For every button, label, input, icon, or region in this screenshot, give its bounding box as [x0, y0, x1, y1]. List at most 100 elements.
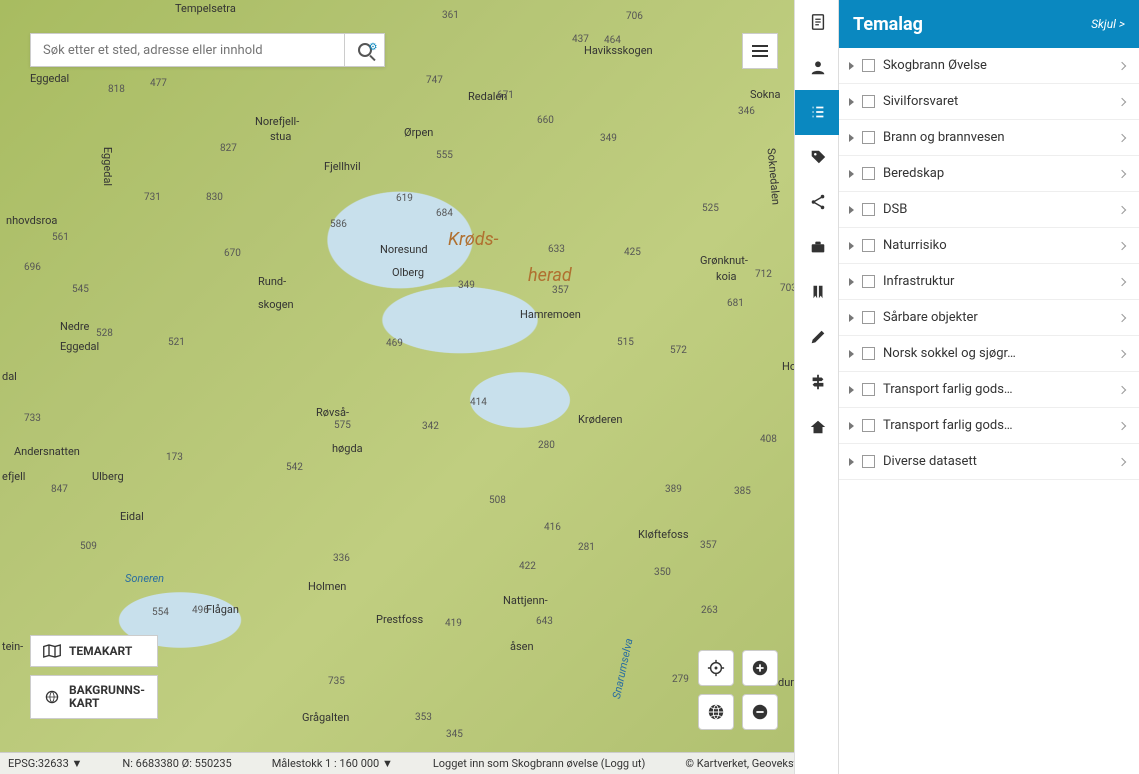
chevron-right-icon — [1118, 61, 1126, 69]
layer-item[interactable]: DSB — [839, 192, 1139, 228]
search-button[interactable]: ⚙ — [344, 34, 384, 66]
panel-hide-button[interactable]: Skjul > — [1091, 17, 1125, 31]
map-label: Grønknut- — [700, 254, 748, 267]
layer-label: Brann og brannvesen — [883, 130, 1111, 145]
hamburger-button[interactable] — [742, 33, 778, 69]
layer-item[interactable]: Naturrisiko — [839, 228, 1139, 264]
map-label: Flågan — [206, 603, 239, 616]
scale-selector[interactable]: Målestokk 1 : 160 000 ▼ — [272, 757, 393, 770]
layer-checkbox[interactable] — [862, 383, 875, 396]
elevation-label: 361 — [442, 10, 459, 21]
layer-checkbox[interactable] — [862, 59, 875, 72]
elevation-label: 660 — [537, 115, 554, 126]
elevation-label: 731 — [144, 192, 161, 203]
chevron-right-icon — [1118, 421, 1126, 429]
layer-item[interactable]: Transport farlig gods… — [839, 408, 1139, 444]
map-label: høgda — [332, 442, 363, 455]
elevation-label: 525 — [702, 203, 719, 214]
clipboard-icon — [809, 13, 827, 31]
map-label: herad — [528, 265, 572, 286]
tab-signs[interactable] — [795, 360, 840, 405]
layer-list: Skogbrann Øvelse Sivilforsvaret Brann og… — [839, 48, 1139, 774]
layer-item[interactable]: Brann og brannvesen — [839, 120, 1139, 156]
map-label: Røvså- — [316, 406, 349, 419]
expand-icon — [849, 386, 854, 394]
elevation-label: 555 — [436, 150, 453, 161]
locate-button[interactable] — [698, 650, 734, 686]
layers-panel: Temalag Skjul > Skogbrann Øvelse Sivilfo… — [839, 0, 1139, 774]
tab-tags[interactable] — [795, 135, 840, 180]
map-label: Eggedal — [101, 147, 114, 186]
layer-checkbox[interactable] — [862, 419, 875, 432]
elevation-label: 173 — [166, 452, 183, 463]
elevation-label: 703 — [780, 283, 794, 294]
layer-checkbox[interactable] — [862, 311, 875, 324]
attribution: © Kartverket, Geovekst og kommuner — [685, 757, 794, 770]
tab-user[interactable] — [795, 45, 840, 90]
map-label: Tempelsetra — [175, 2, 236, 15]
layer-item[interactable]: Sårbare objekter — [839, 300, 1139, 336]
elevation-label: 528 — [96, 328, 113, 339]
map-label: åsen — [510, 640, 534, 653]
layer-checkbox[interactable] — [862, 455, 875, 468]
layer-item[interactable]: Transport farlig gods… — [839, 372, 1139, 408]
epsg-selector[interactable]: EPSG:32633 ▼ — [8, 757, 82, 770]
layer-checkbox[interactable] — [862, 275, 875, 288]
layer-label: Naturrisiko — [883, 238, 1111, 253]
layer-checkbox[interactable] — [862, 203, 875, 216]
map-canvas[interactable]: TempelsetraEggedalEggedalNorefjell-stuaF… — [0, 0, 794, 774]
map-label: Soneren — [125, 572, 164, 585]
bakgrunnskart-label: BAKGRUNNS- KART — [69, 684, 145, 710]
tab-toolbox[interactable] — [795, 225, 840, 270]
tab-share[interactable] — [795, 180, 840, 225]
layer-item[interactable]: Norsk sokkel og sjøgr… — [839, 336, 1139, 372]
expand-icon — [849, 350, 854, 358]
search-container: ⚙ — [30, 33, 385, 67]
elevation-label: 575 — [334, 420, 351, 431]
layer-item[interactable]: Beredskap — [839, 156, 1139, 192]
layer-item[interactable]: Infrastruktur — [839, 264, 1139, 300]
bakgrunnskart-button[interactable]: BAKGRUNNS- KART — [30, 675, 158, 719]
elevation-label: 496 — [192, 605, 209, 616]
elevation-label: 279 — [672, 674, 689, 685]
layer-label: Sårbare objekter — [883, 310, 1111, 325]
fullextent-button[interactable] — [698, 694, 734, 730]
elevation-label: 345 — [446, 729, 463, 740]
map-label: Eggedal — [60, 340, 99, 353]
tab-layers[interactable] — [795, 90, 840, 135]
layer-checkbox[interactable] — [862, 131, 875, 144]
tab-draw[interactable] — [795, 315, 840, 360]
map-label: Eggedal — [30, 72, 69, 85]
layer-item[interactable]: Sivilforsvaret — [839, 84, 1139, 120]
map-label: Hamremoen — [520, 308, 581, 321]
elevation-label: 422 — [519, 561, 536, 572]
zoom-out-button[interactable] — [742, 694, 778, 730]
tab-home[interactable] — [795, 405, 840, 450]
expand-icon — [849, 458, 854, 466]
elevation-label: 830 — [206, 192, 223, 203]
elevation-label: 681 — [727, 298, 744, 309]
elevation-label: 671 — [497, 90, 514, 101]
login-info[interactable]: Logget inn som Skogbrann øvelse (Logg ut… — [433, 757, 645, 770]
search-input[interactable] — [31, 34, 344, 66]
layer-checkbox[interactable] — [862, 239, 875, 252]
map-label: Nedre — [60, 320, 89, 333]
layer-label: Sivilforsvaret — [883, 94, 1111, 109]
layer-checkbox[interactable] — [862, 347, 875, 360]
chevron-right-icon — [1118, 313, 1126, 321]
zoom-in-button[interactable] — [742, 650, 778, 686]
layer-item[interactable]: Skogbrann Øvelse — [839, 48, 1139, 84]
expand-icon — [849, 278, 854, 286]
map-label: dur — [778, 676, 794, 689]
layer-checkbox[interactable] — [862, 95, 875, 108]
temakart-button[interactable]: TEMAKART — [30, 635, 158, 667]
layer-item[interactable]: Diverse datasett — [839, 444, 1139, 480]
map-label: Ørpen — [404, 126, 433, 139]
elevation-label: 818 — [108, 84, 125, 95]
tab-info[interactable] — [795, 0, 840, 45]
tab-bookmarks[interactable] — [795, 270, 840, 315]
elevation-label: 416 — [544, 522, 561, 533]
map-label: efjell — [2, 470, 25, 483]
layer-checkbox[interactable] — [862, 167, 875, 180]
status-bar: EPSG:32633 ▼ N: 6683380 Ø: 550235 Målest… — [0, 752, 794, 774]
